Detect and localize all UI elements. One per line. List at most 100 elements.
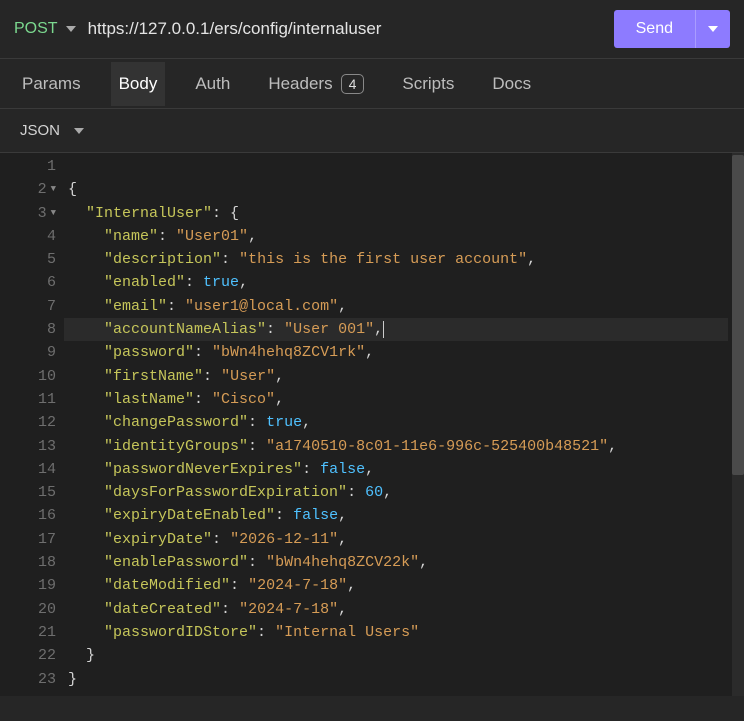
- token: 60: [365, 481, 383, 504]
- token: "identityGroups": [104, 435, 248, 458]
- token: "dateModified": [104, 574, 230, 597]
- token: :: [194, 341, 212, 364]
- send-dropdown-button[interactable]: [696, 26, 730, 32]
- code-line[interactable]: }: [68, 668, 732, 691]
- token: [68, 271, 104, 294]
- token: [68, 365, 104, 388]
- token: "expiryDate": [104, 528, 212, 551]
- code-line[interactable]: }: [68, 644, 732, 667]
- token: ,: [347, 574, 356, 597]
- tab-body[interactable]: Body: [111, 62, 166, 106]
- token: "name": [104, 225, 158, 248]
- code-line[interactable]: {: [68, 178, 732, 201]
- token: :: [347, 481, 365, 504]
- code-line[interactable]: "firstName": "User",: [68, 365, 732, 388]
- tab-badge: 4: [341, 74, 365, 94]
- code-line[interactable]: "daysForPasswordExpiration": 60,: [68, 481, 732, 504]
- fold-icon[interactable]: ▼: [51, 178, 56, 201]
- code-line[interactable]: "description": "this is the first user a…: [68, 248, 732, 271]
- token: }: [68, 668, 77, 691]
- token: :: [212, 528, 230, 551]
- token: ,: [239, 271, 248, 294]
- code-area[interactable]: { "InternalUser": { "name": "User01", "d…: [68, 153, 732, 696]
- tab-params[interactable]: Params: [14, 62, 89, 106]
- scrollbar-thumb[interactable]: [732, 155, 744, 475]
- token: [68, 295, 104, 318]
- token: :: [185, 271, 203, 294]
- token: [68, 481, 104, 504]
- code-line[interactable]: "passwordIDStore": "Internal Users": [68, 621, 732, 644]
- code-line[interactable]: "password": "bWn4hehq8ZCV1rk",: [68, 341, 732, 364]
- code-line[interactable]: "expiryDate": "2026-12-11",: [68, 528, 732, 551]
- token: "User01": [176, 225, 248, 248]
- token: "Cisco": [212, 388, 275, 411]
- token: [68, 528, 104, 551]
- token: "bWn4hehq8ZCV22k": [266, 551, 419, 574]
- token: "firstName": [104, 365, 203, 388]
- line-number: 21: [0, 621, 56, 644]
- code-line[interactable]: "email": "user1@local.com",: [68, 295, 732, 318]
- line-number: 13: [0, 435, 56, 458]
- tab-label: Body: [119, 74, 158, 94]
- code-line[interactable]: [68, 155, 732, 178]
- token: "dateCreated": [104, 598, 221, 621]
- url-input[interactable]: [88, 19, 602, 39]
- line-number: 16: [0, 504, 56, 527]
- code-line[interactable]: "enablePassword": "bWn4hehq8ZCV22k",: [68, 551, 732, 574]
- vertical-scrollbar[interactable]: [732, 153, 744, 696]
- token: ,: [275, 388, 284, 411]
- code-line[interactable]: "enabled": true,: [68, 271, 732, 294]
- code-editor[interactable]: 12▼3▼4567891011121314151617181920212223 …: [0, 153, 732, 696]
- token: "expiryDateEnabled": [104, 504, 275, 527]
- token: :: [203, 365, 221, 388]
- token: :: [248, 551, 266, 574]
- token: "2024-7-18": [248, 574, 347, 597]
- token: :: [248, 411, 266, 434]
- line-number: 3▼: [0, 202, 56, 225]
- text-cursor: [383, 321, 384, 338]
- token: ,: [338, 295, 347, 318]
- code-line[interactable]: "lastName": "Cisco",: [68, 388, 732, 411]
- line-number: 2▼: [0, 178, 56, 201]
- tab-scripts[interactable]: Scripts: [394, 62, 462, 106]
- code-line[interactable]: "identityGroups": "a1740510-8c01-11e6-99…: [68, 435, 732, 458]
- token: ,: [365, 341, 374, 364]
- token: ,: [608, 435, 617, 458]
- code-line[interactable]: "InternalUser": {: [68, 202, 732, 225]
- token: ,: [275, 365, 284, 388]
- code-line[interactable]: "name": "User01",: [68, 225, 732, 248]
- token: "description": [104, 248, 221, 271]
- fold-icon[interactable]: ▼: [51, 202, 56, 225]
- code-line[interactable]: "passwordNeverExpires": false,: [68, 458, 732, 481]
- body-type-select[interactable]: JSON: [20, 122, 60, 139]
- token: [68, 598, 104, 621]
- line-number: 4: [0, 225, 56, 248]
- token: :: [230, 574, 248, 597]
- http-method-select[interactable]: POST: [14, 20, 76, 38]
- http-method-label: POST: [14, 20, 58, 38]
- send-button[interactable]: Send: [614, 10, 730, 48]
- code-line[interactable]: "accountNameAlias": "User 001",: [64, 318, 728, 341]
- token: }: [68, 644, 95, 667]
- token: [68, 458, 104, 481]
- code-line[interactable]: "dateModified": "2024-7-18",: [68, 574, 732, 597]
- token: "this is the first user account": [239, 248, 527, 271]
- token: {: [68, 178, 77, 201]
- code-line[interactable]: "dateCreated": "2024-7-18",: [68, 598, 732, 621]
- tab-docs[interactable]: Docs: [484, 62, 539, 106]
- token: "lastName": [104, 388, 194, 411]
- token: "User": [221, 365, 275, 388]
- token: [68, 574, 104, 597]
- code-line[interactable]: "changePassword": true,: [68, 411, 732, 434]
- tab-auth[interactable]: Auth: [187, 62, 238, 106]
- token: [68, 388, 104, 411]
- token: true: [203, 271, 239, 294]
- token: "enablePassword": [104, 551, 248, 574]
- tab-headers[interactable]: Headers 4: [260, 62, 372, 106]
- token: "user1@local.com": [185, 295, 338, 318]
- token: ,: [374, 318, 383, 341]
- token: :: [248, 435, 266, 458]
- send-button-label: Send: [614, 20, 695, 38]
- tab-label: Headers: [268, 74, 332, 94]
- code-line[interactable]: "expiryDateEnabled": false,: [68, 504, 732, 527]
